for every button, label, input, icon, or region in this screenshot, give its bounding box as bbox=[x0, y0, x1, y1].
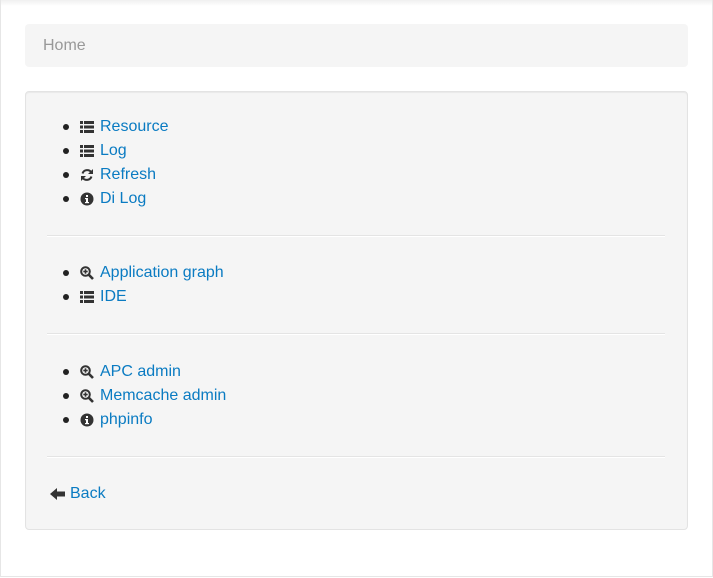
divider bbox=[47, 333, 665, 335]
application-graph-link[interactable]: Application graph bbox=[100, 261, 224, 285]
list-icon bbox=[80, 144, 94, 158]
divider bbox=[47, 456, 665, 458]
bullet bbox=[63, 294, 69, 300]
bullet bbox=[63, 124, 69, 130]
di-log-link[interactable]: Di Log bbox=[100, 187, 146, 211]
refresh-link[interactable]: Refresh bbox=[100, 163, 156, 187]
breadcrumb-home: Home bbox=[43, 37, 86, 54]
list-icon bbox=[80, 120, 94, 134]
bullet bbox=[63, 172, 69, 178]
bullet bbox=[63, 417, 69, 423]
list-icon bbox=[80, 290, 94, 304]
breadcrumb: Home bbox=[25, 24, 688, 67]
bullet bbox=[63, 270, 69, 276]
resource-link[interactable]: Resource bbox=[100, 115, 168, 139]
zoom-in-icon bbox=[80, 389, 94, 403]
apc-admin-link[interactable]: APC admin bbox=[100, 360, 181, 384]
ide-link[interactable]: IDE bbox=[100, 285, 127, 309]
log-link[interactable]: Log bbox=[100, 139, 127, 163]
info-icon bbox=[80, 192, 94, 206]
bullet bbox=[63, 393, 69, 399]
memcache-admin-link[interactable]: Memcache admin bbox=[100, 384, 226, 408]
divider bbox=[47, 235, 665, 237]
zoom-in-icon bbox=[80, 266, 94, 280]
info-icon bbox=[80, 413, 94, 427]
menu-well: Resource Log Refresh Di Log Application … bbox=[25, 91, 688, 530]
phpinfo-link[interactable]: phpinfo bbox=[100, 408, 153, 432]
bullet bbox=[63, 148, 69, 154]
refresh-icon bbox=[80, 168, 94, 182]
arrow-left-icon bbox=[50, 487, 65, 501]
bullet bbox=[63, 369, 69, 375]
bullet bbox=[63, 196, 69, 202]
back-link[interactable]: Back bbox=[70, 482, 106, 506]
zoom-in-icon bbox=[80, 365, 94, 379]
